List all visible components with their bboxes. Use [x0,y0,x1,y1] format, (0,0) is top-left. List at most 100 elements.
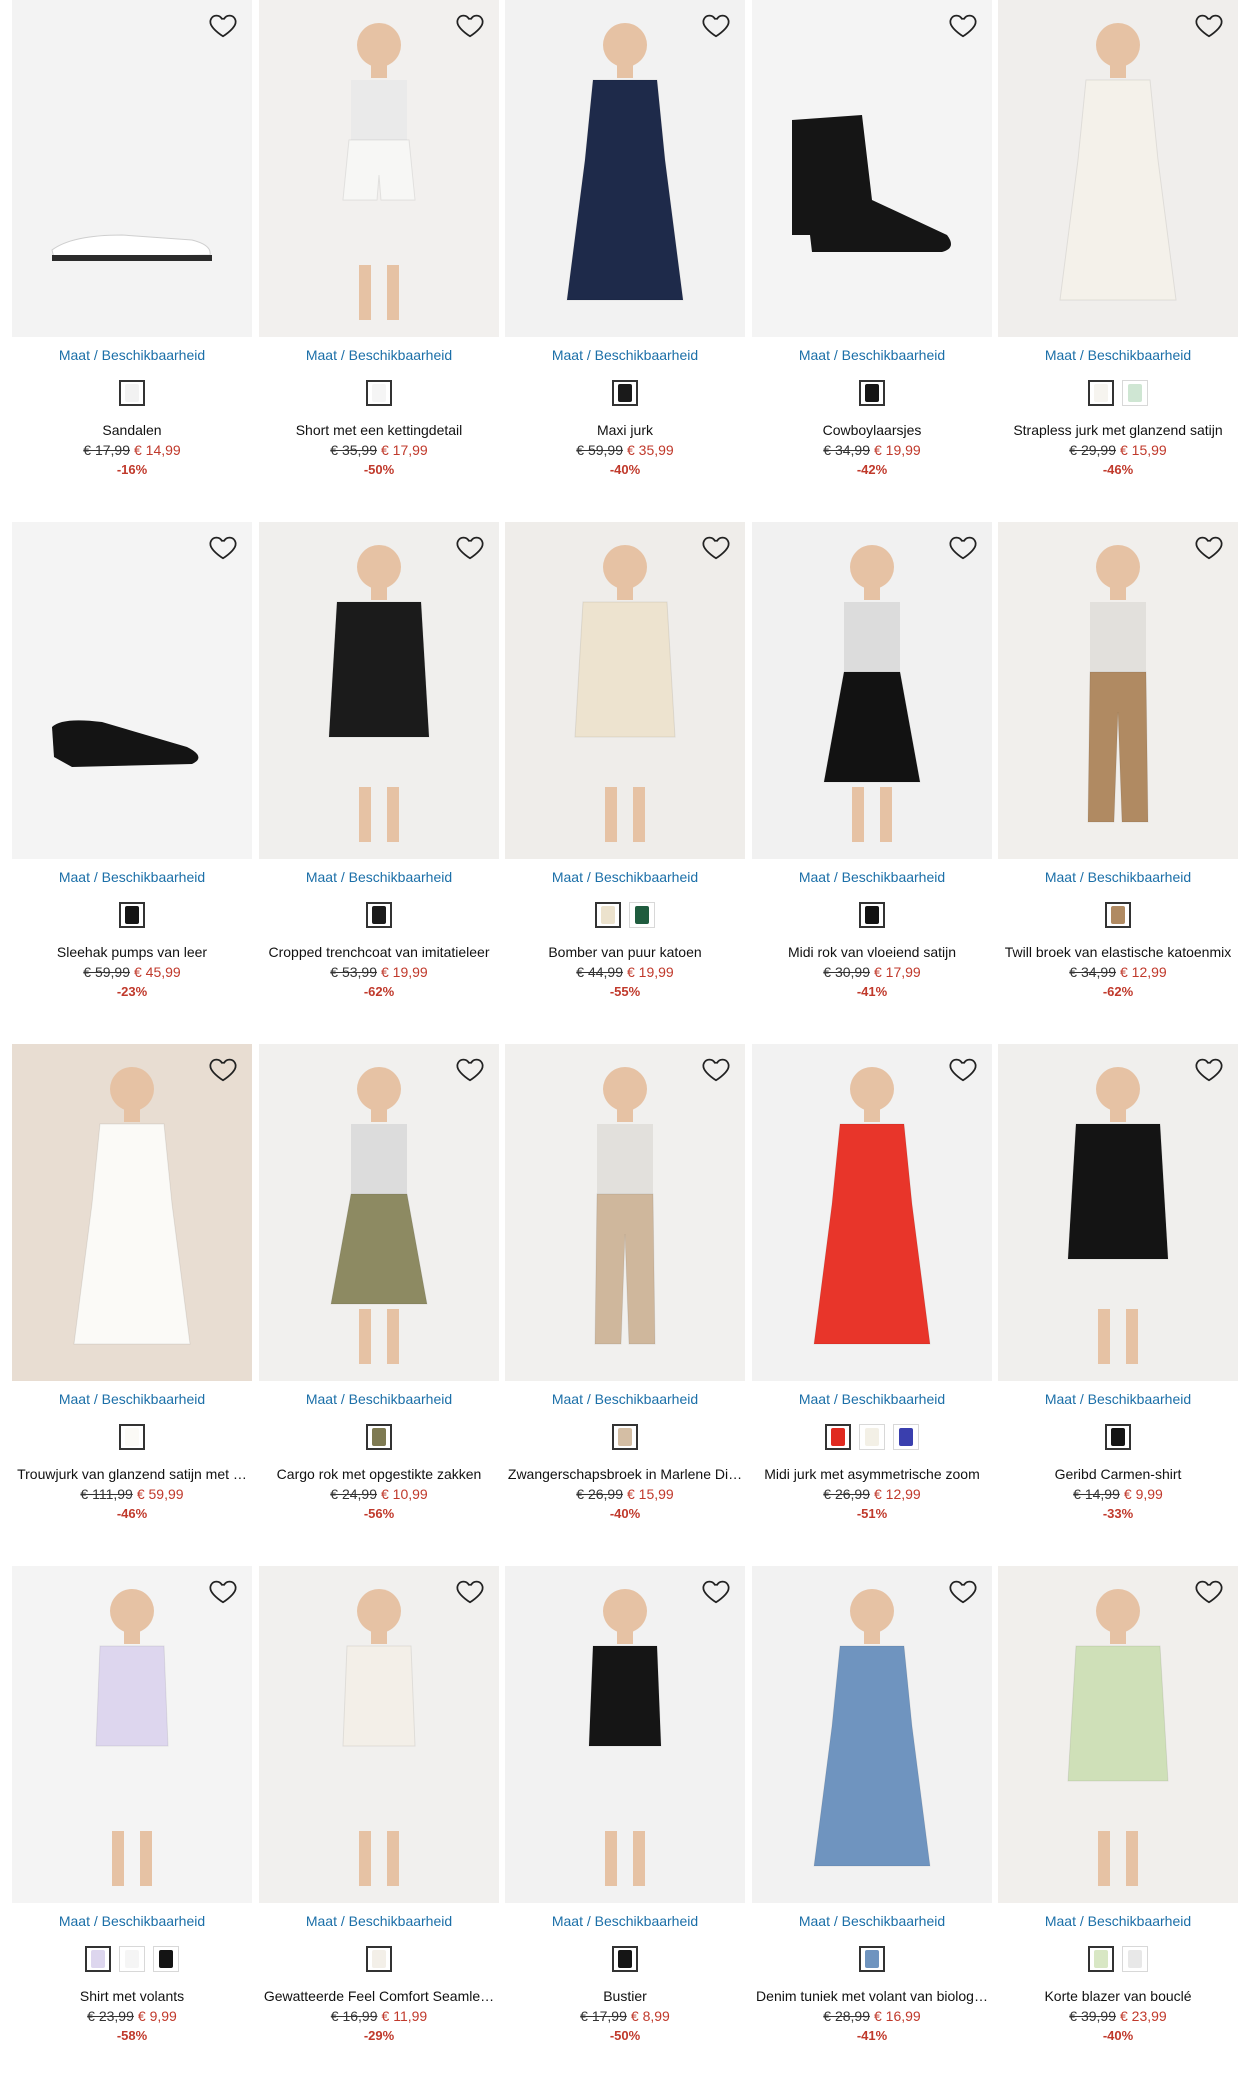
product-image[interactable] [259,1566,499,1903]
product-name[interactable]: Denim tuniek met volant van biolog… [752,1988,992,2004]
wishlist-heart-icon[interactable] [206,8,240,42]
color-swatch[interactable] [153,1946,179,1972]
color-swatch[interactable] [366,902,392,928]
color-swatch[interactable] [366,1424,392,1450]
product-name[interactable]: Sleehak pumps van leer [12,944,252,960]
color-swatch[interactable] [859,380,885,406]
color-swatch[interactable] [1088,1946,1114,1972]
product-card[interactable]: Maat / Beschikbaarheid Strapless jurk met… [998,0,1238,520]
product-card[interactable]: Maat / Beschikbaarheid Gewatteerde Feel C… [259,1566,499,2086]
color-swatch[interactable] [366,1946,392,1972]
product-card[interactable]: Maat / Beschikbaarheid Midi rok van vloei… [752,522,992,1042]
product-card[interactable]: Maat / Beschikbaarheid Cowboylaarsjes € 34… [752,0,992,520]
color-swatch[interactable] [629,902,655,928]
wishlist-heart-icon[interactable] [946,8,980,42]
product-name[interactable]: Cargo rok met opgestikte zakken [259,1466,499,1482]
product-card[interactable]: Maat / Beschikbaarheid Korte blazer van b… [998,1566,1238,2086]
color-swatch[interactable] [85,1946,111,1972]
color-swatch[interactable] [859,1424,885,1450]
product-image[interactable] [752,0,992,337]
wishlist-heart-icon[interactable] [699,1574,733,1608]
product-card[interactable]: Maat / Beschikbaarheid Zwangerschapsbroek… [505,1044,745,1564]
product-card[interactable]: Maat / Beschikbaarheid Bomber van puur ka… [505,522,745,1042]
product-card[interactable]: Maat / Beschikbaarheid Twill broek van el… [998,522,1238,1042]
product-card[interactable]: Maat / Beschikbaarheid Midi jurk met asym… [752,1044,992,1564]
product-image[interactable] [505,1044,745,1381]
product-image[interactable] [998,1566,1238,1903]
wishlist-heart-icon[interactable] [453,530,487,564]
wishlist-heart-icon[interactable] [699,530,733,564]
product-image[interactable] [998,0,1238,337]
product-card[interactable]: Maat / Beschikbaarheid Bustier € 17,99 € 8,… [505,1566,745,2086]
size-availability-link[interactable]: Maat / Beschikbaarheid [259,347,499,363]
product-name[interactable]: Bustier [505,1988,745,2004]
product-card[interactable]: Maat / Beschikbaarheid Maxi jurk € 59,99 € … [505,0,745,520]
color-swatch[interactable] [1088,380,1114,406]
product-card[interactable]: Maat / Beschikbaarheid Cropped trenchcoat… [259,522,499,1042]
size-availability-link[interactable]: Maat / Beschikbaarheid [505,1913,745,1929]
product-name[interactable]: Korte blazer van bouclé [998,1988,1238,2004]
color-swatch[interactable] [119,1424,145,1450]
color-swatch[interactable] [119,380,145,406]
size-availability-link[interactable]: Maat / Beschikbaarheid [752,347,992,363]
size-availability-link[interactable]: Maat / Beschikbaarheid [505,1391,745,1407]
product-card[interactable]: Maat / Beschikbaarheid Cargo rok met opge… [259,1044,499,1564]
size-availability-link[interactable]: Maat / Beschikbaarheid [752,1391,992,1407]
color-swatch[interactable] [859,1946,885,1972]
color-swatch[interactable] [1105,902,1131,928]
product-image[interactable] [12,1566,252,1903]
product-image[interactable] [12,1044,252,1381]
wishlist-heart-icon[interactable] [946,1574,980,1608]
wishlist-heart-icon[interactable] [699,8,733,42]
product-image[interactable] [505,1566,745,1903]
product-card[interactable]: Maat / Beschikbaarheid Sandalen € 17,99 € 1… [12,0,252,520]
product-image[interactable] [505,0,745,337]
product-card[interactable]: Maat / Beschikbaarheid Geribd Carmen-shir… [998,1044,1238,1564]
wishlist-heart-icon[interactable] [946,1052,980,1086]
product-image[interactable] [752,1044,992,1381]
product-name[interactable]: Bomber van puur katoen [505,944,745,960]
size-availability-link[interactable]: Maat / Beschikbaarheid [752,869,992,885]
size-availability-link[interactable]: Maat / Beschikbaarheid [259,1913,499,1929]
product-name[interactable]: Gewatteerde Feel Comfort Seamle… [259,1988,499,2004]
product-card[interactable]: Maat / Beschikbaarheid Trouwjurk van glan… [12,1044,252,1564]
product-name[interactable]: Sandalen [12,422,252,438]
color-swatch[interactable] [119,902,145,928]
color-swatch[interactable] [825,1424,851,1450]
color-swatch[interactable] [612,1424,638,1450]
product-image[interactable] [12,522,252,859]
wishlist-heart-icon[interactable] [453,1574,487,1608]
size-availability-link[interactable]: Maat / Beschikbaarheid [998,1913,1238,1929]
product-image[interactable] [259,0,499,337]
size-availability-link[interactable]: Maat / Beschikbaarheid [998,1391,1238,1407]
color-swatch[interactable] [612,1946,638,1972]
size-availability-link[interactable]: Maat / Beschikbaarheid [505,347,745,363]
wishlist-heart-icon[interactable] [206,1574,240,1608]
wishlist-heart-icon[interactable] [946,530,980,564]
product-card[interactable]: Maat / Beschikbaarheid Short met een kett… [259,0,499,520]
wishlist-heart-icon[interactable] [1192,1574,1226,1608]
color-swatch[interactable] [1105,1424,1131,1450]
product-image[interactable] [752,522,992,859]
color-swatch[interactable] [859,902,885,928]
wishlist-heart-icon[interactable] [699,1052,733,1086]
size-availability-link[interactable]: Maat / Beschikbaarheid [505,869,745,885]
product-name[interactable]: Short met een kettingdetail [259,422,499,438]
product-name[interactable]: Cowboylaarsjes [752,422,992,438]
color-swatch[interactable] [893,1424,919,1450]
product-image[interactable] [752,1566,992,1903]
color-swatch[interactable] [612,380,638,406]
wishlist-heart-icon[interactable] [206,1052,240,1086]
color-swatch[interactable] [595,902,621,928]
product-image[interactable] [259,522,499,859]
product-card[interactable]: Maat / Beschikbaarheid Shirt met volants €… [12,1566,252,2086]
color-swatch[interactable] [1122,1946,1148,1972]
product-image[interactable] [998,522,1238,859]
size-availability-link[interactable]: Maat / Beschikbaarheid [998,869,1238,885]
product-name[interactable]: Twill broek van elastische katoenmix [998,944,1238,960]
product-name[interactable]: Shirt met volants [12,1988,252,2004]
color-swatch[interactable] [366,380,392,406]
product-name[interactable]: Zwangerschapsbroek in Marlene Di… [505,1466,745,1482]
wishlist-heart-icon[interactable] [1192,8,1226,42]
product-name[interactable]: Geribd Carmen-shirt [998,1466,1238,1482]
